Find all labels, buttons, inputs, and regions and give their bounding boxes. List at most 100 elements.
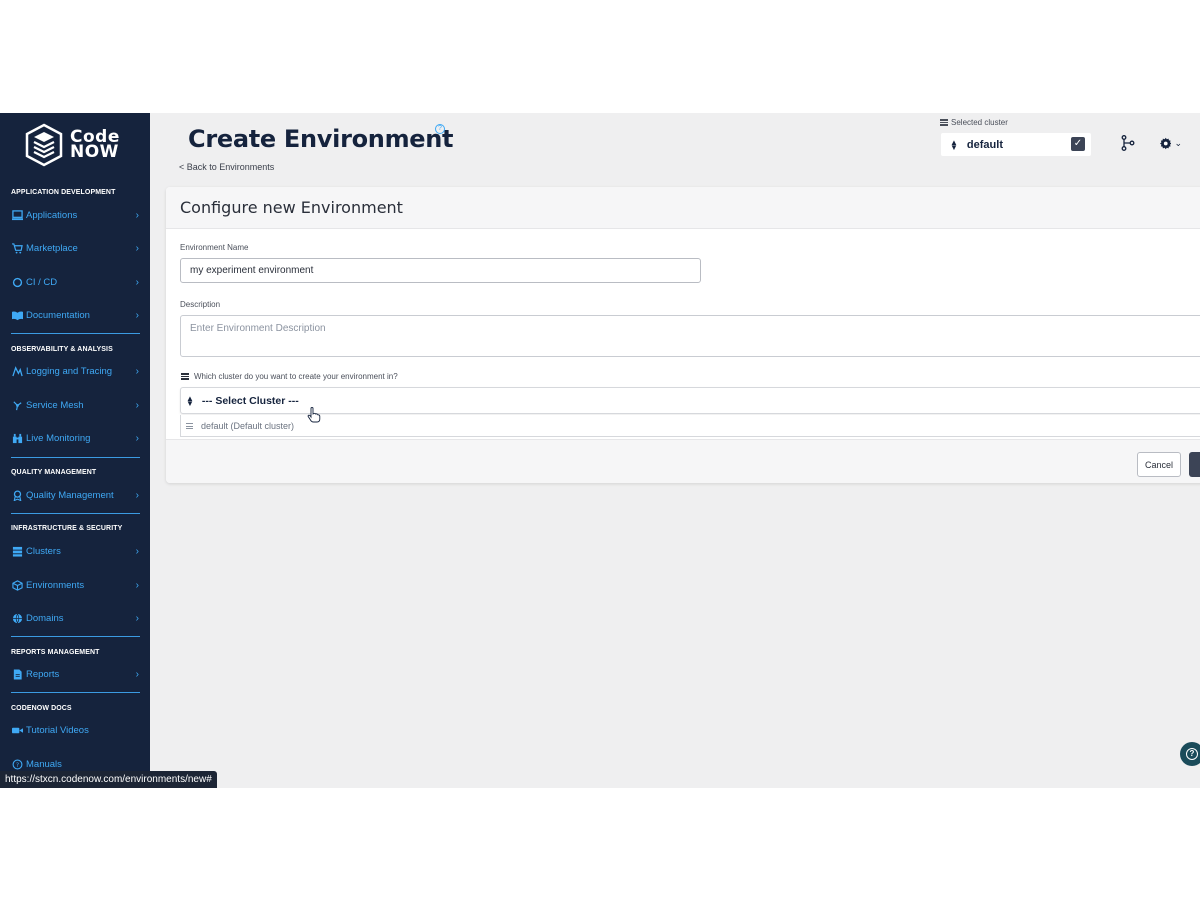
logging-icon	[11, 365, 23, 377]
chevron-right-icon: ›	[135, 579, 139, 591]
sidebar-item-marketplace[interactable]: Marketplace ›	[11, 239, 139, 257]
chevron-right-icon: ›	[135, 612, 139, 624]
help-circle-icon: ?	[1186, 748, 1198, 760]
chevron-right-icon: ›	[135, 276, 139, 288]
section-title-infrastructure: INFRASTRUCTURE & SECURITY	[11, 525, 123, 532]
sidebar-item-label: Tutorial Videos	[26, 724, 89, 736]
sidebar-item-clusters[interactable]: Clusters ›	[11, 542, 139, 560]
sidebar-item-label: Manuals	[26, 758, 62, 770]
checkbox-checked-icon[interactable]: ✓	[1071, 137, 1085, 151]
applications-icon	[11, 209, 23, 221]
page-title: Create Environment	[188, 125, 454, 153]
sidebar-item-tutorial-videos[interactable]: Tutorial Videos	[11, 721, 139, 739]
cancel-button[interactable]: Cancel	[1137, 452, 1181, 477]
sidebar-item-label: Live Monitoring	[26, 432, 91, 444]
book-icon	[11, 309, 23, 321]
sidebar-item-label: Applications	[26, 209, 78, 221]
cluster-option-label: default (Default cluster)	[201, 420, 295, 431]
environment-name-input[interactable]: my experiment environment	[180, 258, 701, 283]
app-window: Code NOW APPLICATION DEVELOPMENT Applica…	[0, 113, 1200, 788]
description-textarea[interactable]: Enter Environment Description	[180, 315, 1200, 357]
chevron-right-icon: ›	[135, 432, 139, 444]
binoculars-icon	[11, 432, 23, 444]
sidebar-item-label: Quality Management	[26, 489, 114, 501]
sidebar-item-domains[interactable]: Domains ›	[11, 609, 139, 627]
sidebar-item-label: Domains	[26, 612, 64, 624]
sidebar-item-logging[interactable]: Logging and Tracing ›	[11, 362, 139, 380]
section-title-app-dev: APPLICATION DEVELOPMENT	[11, 189, 116, 196]
server-icon	[11, 545, 23, 557]
logo-text: Code NOW	[70, 129, 120, 162]
sidebar-item-label: Environments	[26, 579, 85, 591]
chevron-right-icon: ›	[135, 545, 139, 557]
card-title: Configure new Environment	[180, 198, 403, 217]
sidebar: Code NOW APPLICATION DEVELOPMENT Applica…	[0, 113, 150, 788]
git-branch-icon[interactable]	[1120, 135, 1136, 151]
svg-text:?: ?	[15, 760, 18, 768]
section-title-reports: REPORTS MANAGEMENT	[11, 649, 100, 656]
logo-text-line2: NOW	[70, 142, 119, 162]
card-footer: Cancel	[166, 439, 1200, 483]
sort-updown-icon: ▲ ▼	[186, 393, 194, 408]
drag-handle-icon	[186, 422, 193, 429]
cluster-question: Which cluster do you want to create your…	[181, 372, 398, 381]
selected-cluster-value: default	[966, 138, 1003, 151]
chevron-right-icon: ›	[135, 399, 139, 411]
help-circle-icon: ?	[11, 758, 23, 770]
environment-name-label: Environment Name	[180, 243, 249, 252]
cluster-list-icon	[940, 119, 948, 126]
card-header: Configure new Environment	[166, 187, 1200, 229]
sidebar-item-service-mesh[interactable]: Service Mesh ›	[11, 396, 139, 414]
create-button[interactable]	[1189, 452, 1200, 477]
chevron-right-icon: ›	[135, 365, 139, 377]
sidebar-item-applications[interactable]: Applications ›	[11, 206, 139, 224]
sidebar-item-label: Service Mesh	[26, 399, 84, 411]
selected-cluster-dropdown[interactable]: ▲ ▼ default ✓	[941, 133, 1091, 156]
box-icon	[11, 579, 23, 591]
section-title-docs: CODENOW DOCS	[11, 705, 72, 712]
mesh-icon	[11, 399, 23, 411]
sidebar-item-live-monitoring[interactable]: Live Monitoring ›	[11, 429, 139, 447]
chevron-right-icon: ›	[135, 489, 139, 501]
sidebar-divider	[11, 333, 140, 334]
sidebar-item-reports[interactable]: Reports ›	[11, 665, 139, 683]
sidebar-item-quality-management[interactable]: Quality Management ›	[11, 486, 139, 504]
sidebar-item-label: Marketplace	[26, 242, 78, 254]
section-title-observability: OBSERVABILITY & ANALYSIS	[11, 346, 113, 353]
gear-icon	[1160, 137, 1172, 149]
chevron-right-icon: ›	[135, 668, 139, 680]
sidebar-divider	[11, 513, 140, 514]
cicd-icon	[11, 276, 23, 288]
chevron-right-icon: ›	[135, 209, 139, 221]
sidebar-item-documentation[interactable]: Documentation ›	[11, 306, 139, 324]
section-title-quality: QUALITY MANAGEMENT	[11, 469, 97, 476]
description-label: Description	[180, 300, 221, 309]
sidebar-item-label: Reports	[26, 668, 60, 680]
settings-menu[interactable]: ⌄	[1160, 133, 1182, 153]
sidebar-item-label: CI / CD	[26, 276, 58, 288]
selected-cluster-label-text: Selected cluster	[951, 118, 1008, 127]
cluster-question-text: Which cluster do you want to create your…	[194, 372, 398, 381]
codenow-logo[interactable]: Code NOW	[24, 123, 134, 167]
sidebar-item-cicd[interactable]: CI / CD ›	[11, 273, 139, 291]
sidebar-divider	[11, 636, 140, 637]
cluster-option-default[interactable]: default (Default cluster)	[180, 415, 1200, 437]
help-icon[interactable]: ?	[435, 124, 445, 134]
back-to-environments-link[interactable]: < Back to Environments	[179, 162, 274, 172]
selected-cluster-label: Selected cluster	[940, 118, 1008, 127]
quality-icon	[11, 489, 23, 501]
cart-icon	[11, 242, 23, 254]
cluster-select-dropdown[interactable]: ▲ ▼ --- Select Cluster ---	[180, 387, 1200, 414]
globe-icon	[11, 612, 23, 624]
chevron-down-icon: ⌄	[1174, 137, 1182, 148]
cluster-list-icon	[181, 373, 189, 380]
sidebar-item-environments[interactable]: Environments ›	[11, 576, 139, 594]
codenow-logo-icon	[25, 123, 63, 167]
report-icon	[11, 668, 23, 680]
status-bar-url: https://stxcn.codenow.com/environments/n…	[0, 771, 217, 788]
chevron-right-icon: ›	[135, 242, 139, 254]
chevron-right-icon: ›	[135, 309, 139, 321]
sidebar-item-label: Logging and Tracing	[26, 365, 113, 377]
sidebar-item-label: Documentation	[26, 309, 90, 321]
help-chat-button[interactable]: ?	[1180, 742, 1200, 766]
